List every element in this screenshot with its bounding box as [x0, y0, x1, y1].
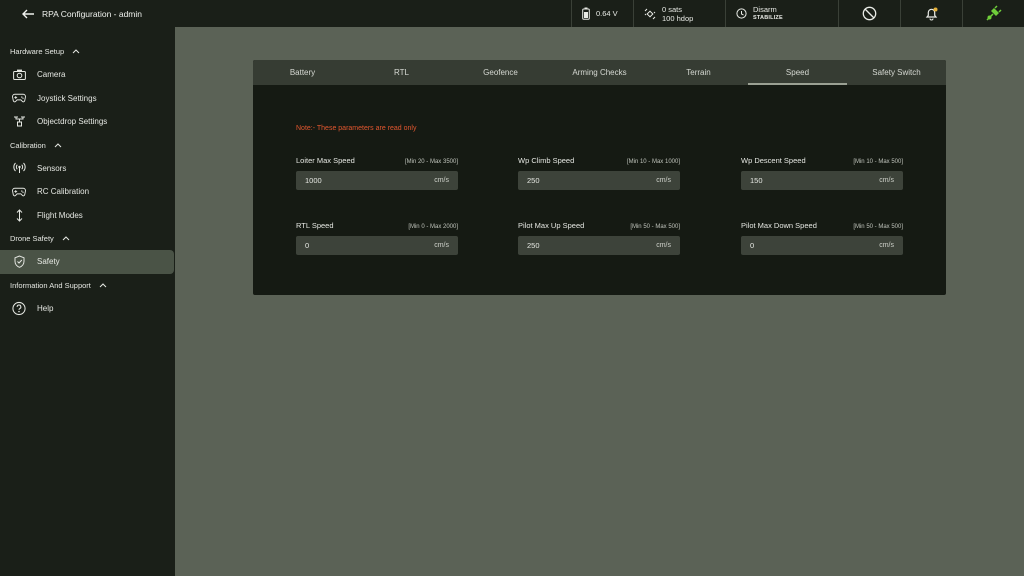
section-information-and-support[interactable]: Information And Support	[0, 274, 175, 297]
section-hardware-setup[interactable]: Hardware Setup	[0, 40, 175, 63]
pilot-max-down-speed-input[interactable]: 0 cm/s	[741, 236, 903, 255]
notifications-button[interactable]	[900, 0, 962, 27]
field-value: 250	[527, 176, 540, 185]
tab-safety-switch[interactable]: Safety Switch	[847, 60, 946, 85]
chevron-up-icon	[62, 236, 70, 241]
help-circle-icon	[12, 301, 26, 315]
sidebar-item-joystick-settings[interactable]: Joystick Settings	[0, 87, 175, 111]
status-bar: 0.64 V 0 sats 100 hdop Disarm STABILIZE	[571, 0, 1024, 27]
field-pilot-max-up-speed: Pilot Max Up Speed [Min 50 - Max 500] 25…	[518, 221, 680, 255]
drone-drop-icon	[12, 115, 26, 129]
top-bar: RPA Configuration - admin 0.64 V 0 sats …	[0, 0, 1024, 27]
shield-check-icon	[12, 255, 26, 269]
field-range: [Min 10 - Max 500]	[853, 159, 903, 165]
arm-state: Disarm	[753, 4, 777, 14]
connection-button[interactable]	[962, 0, 1024, 27]
rtl-speed-input[interactable]: 0 cm/s	[296, 236, 458, 255]
field-range: [Min 20 - Max 3500]	[404, 159, 458, 165]
field-value: 0	[750, 241, 755, 250]
field-rtl-speed: RTL Speed [Min 0 - Max 2000] 0 cm/s	[296, 221, 458, 255]
disabled-circle-icon	[862, 6, 877, 21]
field-wp-climb-speed: Wp Climb Speed [Min 10 - Max 1000] 250 c…	[518, 156, 680, 190]
read-only-note: Note:- These parameters are read only	[296, 125, 417, 132]
field-pilot-max-down-speed: Pilot Max Down Speed [Min 50 - Max 500] …	[741, 221, 903, 255]
no-connection-button[interactable]	[838, 0, 900, 27]
field-value: 0	[305, 241, 310, 250]
field-label: Loiter Max Speed	[296, 156, 355, 165]
field-value: 150	[750, 176, 763, 185]
battery-voltage: 0.64 V	[596, 9, 618, 18]
field-unit: cm/s	[434, 177, 449, 184]
speed-settings-panel: Battery RTL Geofence Arming Checks Terra…	[253, 60, 946, 295]
loiter-max-speed-input[interactable]: 1000 cm/s	[296, 171, 458, 190]
sidebar-item-safety[interactable]: Safety	[0, 250, 174, 274]
field-label: Wp Descent Speed	[741, 156, 806, 165]
gamepad-icon	[12, 185, 26, 199]
swap-vertical-icon	[12, 208, 26, 222]
field-value: 1000	[305, 176, 322, 185]
field-label: Pilot Max Down Speed	[741, 221, 817, 230]
plug-connected-icon	[985, 5, 1002, 22]
wp-descent-speed-input[interactable]: 150 cm/s	[741, 171, 903, 190]
section-drone-safety[interactable]: Drone Safety	[0, 227, 175, 250]
field-unit: cm/s	[879, 177, 894, 184]
bell-icon	[924, 6, 939, 21]
field-label: Wp Climb Speed	[518, 156, 575, 165]
tab-terrain[interactable]: Terrain	[649, 60, 748, 85]
settings-tabs: Battery RTL Geofence Arming Checks Terra…	[253, 60, 946, 85]
tab-arming-checks[interactable]: Arming Checks	[550, 60, 649, 85]
battery-status[interactable]: 0.64 V	[571, 0, 633, 27]
field-unit: cm/s	[879, 242, 894, 249]
field-unit: cm/s	[434, 242, 449, 249]
field-label: Pilot Max Up Speed	[518, 221, 585, 230]
sidebar-item-help[interactable]: Help	[0, 297, 175, 321]
battery-icon	[582, 7, 590, 20]
hdop-value: 100 hdop	[662, 13, 694, 23]
arm-mode-status[interactable]: Disarm STABILIZE	[725, 0, 838, 27]
sidebar: Hardware Setup Camera Joystick Settings …	[0, 27, 175, 576]
section-calibration[interactable]: Calibration	[0, 134, 175, 157]
tab-battery[interactable]: Battery	[253, 60, 352, 85]
tab-rtl[interactable]: RTL	[352, 60, 451, 85]
field-loiter-max-speed: Loiter Max Speed [Min 20 - Max 3500] 100…	[296, 156, 458, 190]
satellite-icon	[644, 8, 656, 20]
sidebar-item-sensors[interactable]: Sensors	[0, 157, 175, 181]
sidebar-item-rc-calibration[interactable]: RC Calibration	[0, 180, 175, 204]
sensor-signal-icon	[12, 161, 26, 175]
field-range: [Min 50 - Max 500]	[853, 224, 903, 230]
field-unit: cm/s	[656, 242, 671, 249]
gamepad-icon	[12, 91, 26, 105]
chevron-up-icon	[99, 282, 107, 288]
chevron-up-icon	[54, 142, 62, 148]
sats-count: 0 sats	[662, 4, 683, 14]
back-arrow-icon[interactable]	[18, 4, 38, 24]
wp-climb-speed-input[interactable]: 250 cm/s	[518, 171, 680, 190]
camera-icon	[12, 68, 26, 82]
field-wp-descent-speed: Wp Descent Speed [Min 10 - Max 500] 150 …	[741, 156, 903, 190]
app-title: RPA Configuration - admin	[42, 8, 143, 19]
field-unit: cm/s	[656, 177, 671, 184]
sidebar-item-objectdrop-settings[interactable]: Objectdrop Settings	[0, 110, 175, 134]
field-label: RTL Speed	[296, 221, 334, 230]
field-value: 250	[527, 241, 540, 250]
field-range: [Min 10 - Max 1000]	[626, 159, 680, 165]
sidebar-item-camera[interactable]: Camera	[0, 63, 175, 87]
flight-mode: STABILIZE	[753, 14, 783, 21]
sidebar-item-flight-modes[interactable]: Flight Modes	[0, 204, 175, 228]
tab-speed[interactable]: Speed	[748, 60, 847, 85]
gps-status[interactable]: 0 sats 100 hdop	[633, 0, 725, 27]
field-range: [Min 0 - Max 2000]	[408, 224, 458, 230]
chevron-up-icon	[72, 49, 80, 54]
arm-icon	[736, 8, 747, 19]
pilot-max-up-speed-input[interactable]: 250 cm/s	[518, 236, 680, 255]
tab-geofence[interactable]: Geofence	[451, 60, 550, 85]
field-range: [Min 50 - Max 500]	[630, 224, 680, 230]
